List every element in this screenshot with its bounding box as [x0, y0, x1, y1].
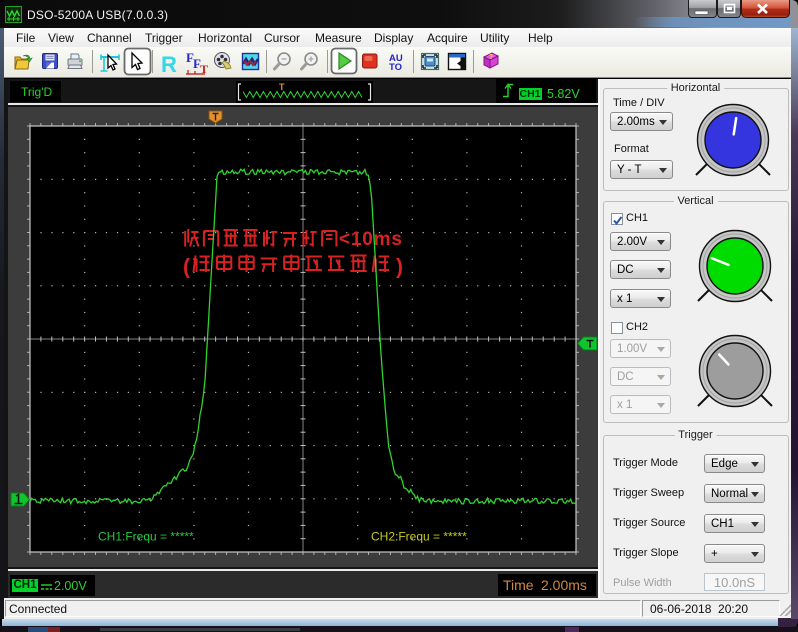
svg-text:CH2:Frequ = *****: CH2:Frequ = *****	[371, 529, 467, 543]
svg-text:TO: TO	[389, 62, 402, 73]
svg-text:CH1:Frequ = *****: CH1:Frequ = *****	[98, 529, 194, 543]
svg-text:): )	[396, 255, 403, 278]
svg-text:<10ms: <10ms	[339, 229, 403, 250]
svg-text:R: R	[161, 52, 177, 77]
svg-text:T: T	[279, 82, 285, 92]
svg-text:(: (	[183, 255, 190, 278]
